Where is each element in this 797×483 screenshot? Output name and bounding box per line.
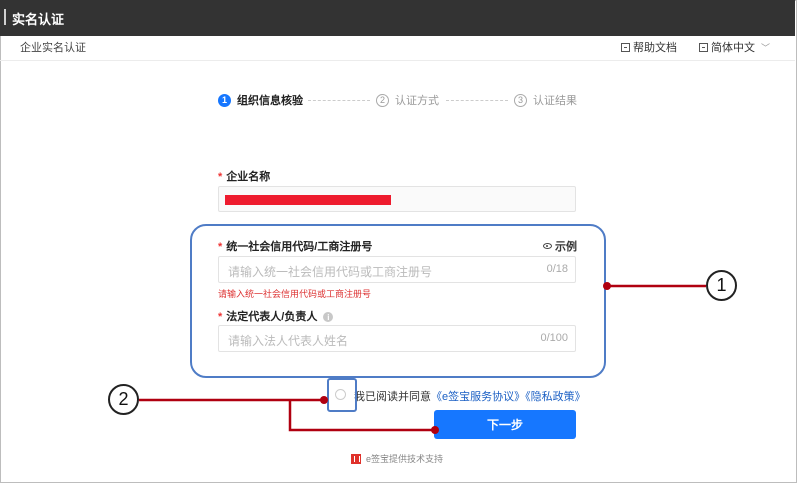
service-agreement-link[interactable]: 《e签宝服务协议》 xyxy=(431,391,525,403)
page-header: 企业实名认证 帮助文档 简体中文 ﹀ xyxy=(0,36,795,61)
title-accent-bar xyxy=(4,9,6,25)
step-3-number: 3 xyxy=(514,93,527,107)
company-name-label: * 企业名称 xyxy=(218,168,270,184)
privacy-policy-link[interactable]: 《隐私政策》 xyxy=(525,391,586,403)
help-docs-button[interactable]: 帮助文档 xyxy=(621,39,677,55)
window-title: 实名认证 xyxy=(12,12,65,27)
language-select[interactable]: 简体中文 ﹀ xyxy=(699,39,770,55)
esign-logo-icon xyxy=(351,453,361,464)
language-icon xyxy=(699,42,708,52)
required-mark: * xyxy=(218,171,223,183)
highlight-box-fields xyxy=(190,224,606,378)
agreement-text: 我已阅读并同意《e签宝服务协议》《隐私政策》 xyxy=(354,388,586,404)
step-3: 3 认证结果 xyxy=(514,92,577,108)
powered-by-text: e签宝提供技术支持 xyxy=(366,454,444,464)
step-2-number: 2 xyxy=(376,93,389,107)
company-name-label-text: 企业名称 xyxy=(226,171,271,183)
callout-badge-1: 1 xyxy=(706,270,737,301)
callout-badge-2: 2 xyxy=(108,384,139,415)
title-bar: 实名认证 xyxy=(0,0,795,36)
highlight-box-checkbox xyxy=(327,378,357,412)
powered-by: e签宝提供技术支持 xyxy=(351,452,443,465)
language-label: 简体中文 xyxy=(711,42,755,54)
step-connector-1 xyxy=(308,100,370,101)
step-1-number: 1 xyxy=(218,93,231,107)
step-connector-2 xyxy=(446,100,508,101)
step-2-label: 认证方式 xyxy=(395,95,439,107)
page-title: 企业实名认证 xyxy=(20,42,86,54)
book-icon xyxy=(621,42,630,52)
step-3-label: 认证结果 xyxy=(533,95,577,107)
next-step-button[interactable]: 下一步 xyxy=(434,410,576,439)
step-1: 1 组织信息核验 xyxy=(218,92,303,108)
progress-steps: 1 组织信息核验 2 认证方式 3 认证结果 xyxy=(218,92,598,110)
step-2: 2 认证方式 xyxy=(376,92,439,108)
redacted-value xyxy=(225,195,391,205)
step-1-label: 组织信息核验 xyxy=(237,95,303,107)
chevron-down-icon: ﹀ xyxy=(761,42,771,53)
agreement-prefix: 我已阅读并同意 xyxy=(354,391,431,403)
company-name-input[interactable] xyxy=(218,186,576,212)
help-docs-label: 帮助文档 xyxy=(633,42,677,54)
